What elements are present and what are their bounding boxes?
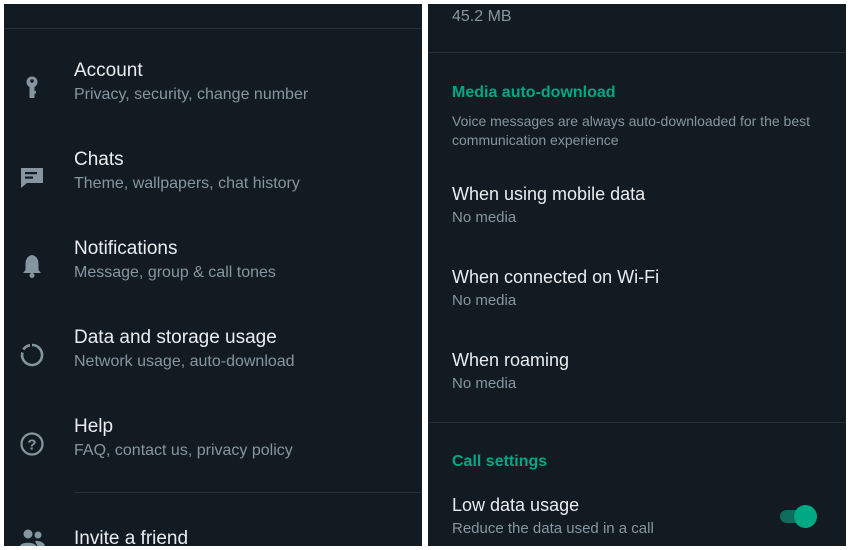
list-divider (74, 492, 422, 493)
roaming-title: When roaming (452, 350, 570, 370)
low-data-toggle[interactable] (778, 504, 820, 528)
settings-item-account[interactable]: Account Privacy, security, change number (4, 50, 422, 136)
help-title: Help (74, 416, 114, 437)
media-section-heading: Media auto-download (452, 84, 616, 101)
settings-item-data-storage[interactable]: Data and storage usage Network usage, au… (4, 317, 422, 403)
mobile-data-title: When using mobile data (452, 184, 646, 204)
notifications-title: Notifications (74, 238, 178, 259)
top-divider (4, 28, 422, 29)
wifi-title: When connected on Wi-Fi (452, 267, 660, 287)
bell-icon (18, 252, 46, 280)
low-data-title: Low data usage (452, 495, 580, 515)
storage-divider (428, 52, 846, 53)
storage-value: 45.2 MB (452, 8, 512, 25)
settings-panel: Account Privacy, security, change number… (4, 4, 422, 546)
data-storage-subtitle: Network usage, auto-download (74, 353, 295, 370)
account-title: Account (74, 60, 143, 81)
svg-text:?: ? (27, 437, 36, 454)
call-section-heading: Call settings (452, 453, 548, 470)
invite-title: Invite a friend (74, 528, 189, 546)
chat-icon (18, 163, 46, 191)
settings-item-notifications[interactable]: Notifications Message, group & call tone… (4, 228, 422, 314)
settings-item-chats[interactable]: Chats Theme, wallpapers, chat history (4, 139, 422, 225)
low-data-subtitle: Reduce the data used in a call (452, 520, 654, 537)
call-section-divider (428, 422, 846, 423)
notifications-subtitle: Message, group & call tones (74, 264, 276, 281)
chats-subtitle: Theme, wallpapers, chat history (74, 175, 300, 192)
data-storage-title: Data and storage usage (74, 327, 277, 348)
key-icon (18, 74, 46, 102)
chats-title: Chats (74, 149, 124, 170)
mobile-data-value: No media (452, 209, 517, 226)
voice-note: Voice messages are always auto-downloade… (452, 113, 810, 148)
settings-item-help[interactable]: ? Help FAQ, contact us, privacy policy (4, 406, 422, 492)
wifi-value: No media (452, 292, 517, 309)
people-icon (18, 526, 46, 546)
data-storage-panel: 45.2 MB Media auto-download Voice messag… (428, 4, 846, 546)
settings-item-invite[interactable]: Invite a friend (4, 504, 422, 546)
roaming-value: No media (452, 375, 517, 392)
toggle-thumb (794, 505, 817, 528)
help-subtitle: FAQ, contact us, privacy policy (74, 442, 293, 459)
account-subtitle: Privacy, security, change number (74, 86, 309, 103)
data-usage-icon (18, 341, 46, 369)
help-icon: ? (18, 430, 46, 458)
